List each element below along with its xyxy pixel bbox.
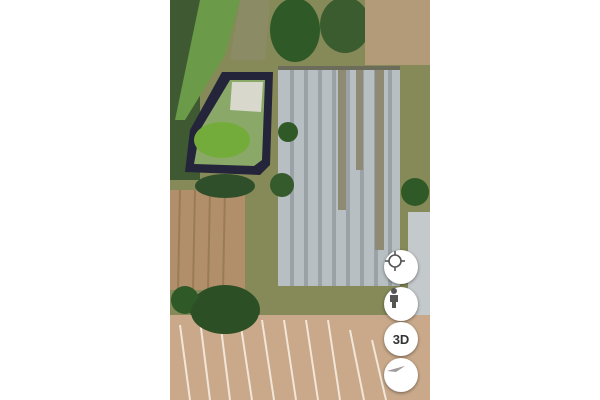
my-location-button[interactable] bbox=[384, 250, 418, 284]
compass-icon bbox=[387, 366, 405, 372]
view-3d-label: 3D bbox=[392, 331, 410, 347]
pegman-icon bbox=[390, 288, 398, 308]
view-3d-button[interactable]: 3D bbox=[384, 322, 418, 356]
crosshair-icon bbox=[385, 251, 405, 271]
satellite-map[interactable]: 3D bbox=[170, 0, 430, 400]
viewport: 3D bbox=[0, 0, 600, 400]
compass-button[interactable] bbox=[384, 358, 418, 392]
street-view-button[interactable] bbox=[384, 287, 418, 321]
